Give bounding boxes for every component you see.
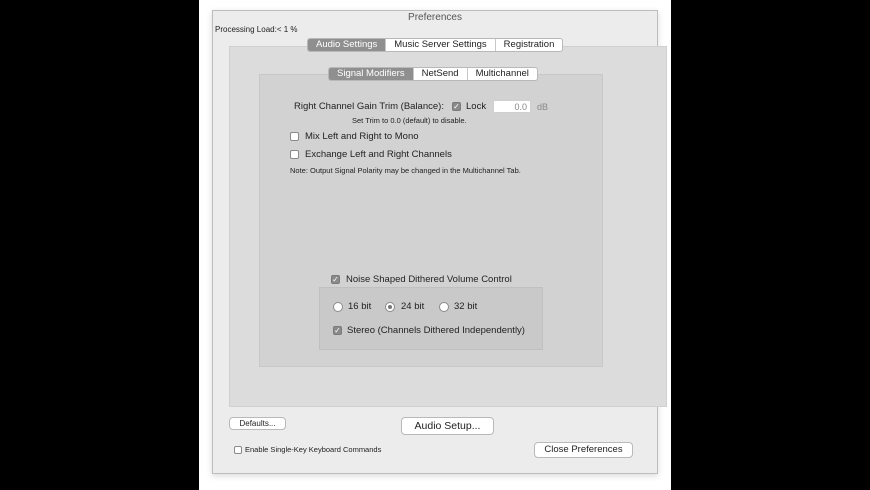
polarity-note: Note: Output Signal Polarity may be chan… [290, 166, 521, 175]
lock-checkbox[interactable]: ✓ [452, 102, 461, 111]
checkmark-icon: ✓ [334, 326, 341, 335]
keyboard-commands-label: Enable Single-Key Keyboard Commands [245, 445, 382, 454]
tab-music-server-settings[interactable]: Music Server Settings [386, 39, 496, 51]
radio-24-bit-label: 24 bit [401, 301, 425, 312]
dither-options-panel [319, 287, 543, 350]
tab-registration[interactable]: Registration [496, 39, 563, 51]
window-title: Preferences [408, 12, 462, 23]
stereo-dither-label: Stereo (Channels Dithered Independently) [347, 325, 525, 336]
preferences-window: Preferences Processing Load:< 1 % Audio … [212, 10, 667, 474]
close-preferences-button[interactable]: Close Preferences [534, 442, 633, 458]
gain-trim-hint: Set Trim to 0.0 (default) to disable. [352, 116, 467, 125]
dither-label: Noise Shaped Dithered Volume Control [346, 274, 512, 285]
tab-signal-modifiers[interactable]: Signal Modifiers [329, 68, 414, 80]
defaults-button[interactable]: Defaults... [229, 417, 286, 430]
processing-load: Processing Load:< 1 % [215, 25, 298, 34]
stereo-dither-checkbox[interactable]: ✓ [333, 326, 342, 335]
radio-16-bit-label: 16 bit [348, 301, 372, 312]
lock-label: Lock [466, 101, 487, 112]
gain-trim-input[interactable]: 0.0 [493, 100, 531, 113]
gain-trim-label: Right Channel Gain Trim (Balance): [294, 101, 444, 112]
tab-multichannel[interactable]: Multichannel [468, 68, 537, 80]
exchange-channels-checkbox[interactable] [290, 150, 299, 159]
audio-setup-button[interactable]: Audio Setup... [401, 417, 494, 435]
radio-32-bit[interactable] [439, 302, 449, 312]
checkmark-icon: ✓ [332, 275, 339, 284]
radio-16-bit[interactable] [333, 302, 343, 312]
checkmark-icon: ✓ [453, 102, 460, 111]
keyboard-commands-checkbox[interactable] [234, 446, 242, 454]
tab-netsend[interactable]: NetSend [414, 68, 468, 80]
sub-tab-bar: Signal Modifiers NetSend Multichannel [328, 67, 538, 81]
radio-24-bit[interactable] [385, 302, 395, 312]
gain-trim-unit: dB [537, 102, 549, 112]
dither-checkbox[interactable]: ✓ [331, 275, 340, 284]
tab-audio-settings[interactable]: Audio Settings [308, 39, 387, 51]
radio-32-bit-label: 32 bit [454, 301, 478, 312]
exchange-channels-label: Exchange Left and Right Channels [305, 149, 452, 160]
mix-mono-label: Mix Left and Right to Mono [305, 131, 419, 142]
top-tab-bar: Audio Settings Music Server Settings Reg… [307, 38, 564, 52]
mix-mono-checkbox[interactable] [290, 132, 299, 141]
